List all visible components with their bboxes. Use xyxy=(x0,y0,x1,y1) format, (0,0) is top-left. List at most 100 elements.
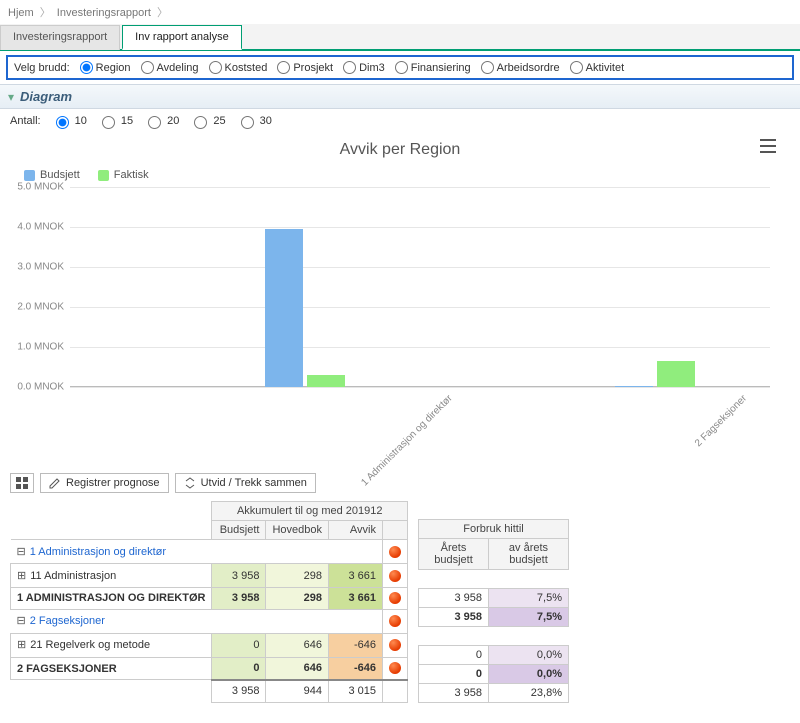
row-label[interactable]: ⊞21 Regelverk og metode xyxy=(11,633,212,657)
antall-10-label: 10 xyxy=(75,115,87,127)
section-diagram-header[interactable]: ▾ Diagram xyxy=(0,84,800,109)
antall-15-label: 15 xyxy=(121,115,133,127)
radio-prosjekt-input[interactable] xyxy=(277,61,290,74)
ytick: 4.0 MNOK xyxy=(14,222,64,233)
antall-25-input[interactable] xyxy=(194,116,207,129)
grid-icon xyxy=(16,477,28,489)
main-table: Akkumulert til og med 201912 Budsjett Ho… xyxy=(10,501,408,703)
expand-icon[interactable]: ⊟ xyxy=(17,547,26,559)
breadcrumb: Hjem 〉 Investeringsrapport 〉 xyxy=(0,0,800,24)
row-label[interactable]: ⊞11 Administrasjon xyxy=(11,564,212,588)
antall-10-input[interactable] xyxy=(56,116,69,129)
antall-15-input[interactable] xyxy=(102,116,115,129)
antall-30-input[interactable] xyxy=(241,116,254,129)
cell-av: 23,8% xyxy=(489,683,569,702)
antall-25-label: 25 xyxy=(213,115,225,127)
radio-prosjekt[interactable]: Prosjekt xyxy=(277,61,333,74)
antall-20[interactable]: 20 xyxy=(143,113,179,129)
expand-icon[interactable]: ⊞ xyxy=(17,571,26,583)
bar-budsjett-0[interactable] xyxy=(265,229,303,387)
radio-koststed[interactable]: Koststed xyxy=(209,61,268,74)
utvid-trekk-button[interactable]: Utvid / Trekk sammen xyxy=(175,473,316,493)
radio-koststed-label: Koststed xyxy=(225,62,268,74)
ytick: 2.0 MNOK xyxy=(14,302,64,313)
bar-faktisk-0[interactable] xyxy=(307,375,345,387)
cell: 0 xyxy=(212,633,266,657)
status-dot-icon xyxy=(389,639,401,651)
registrer-prognose-button[interactable]: Registrer prognose xyxy=(40,473,169,493)
radio-dim3[interactable]: Dim3 xyxy=(343,61,385,74)
col-status xyxy=(383,521,408,540)
radio-aktivitet-label: Aktivitet xyxy=(586,62,625,74)
antall-30-label: 30 xyxy=(260,115,272,127)
radio-avdeling-label: Avdeling xyxy=(157,62,199,74)
radio-aktivitet-input[interactable] xyxy=(570,61,583,74)
ytick: 5.0 MNOK xyxy=(14,182,64,193)
breadcrumb-page[interactable]: Investeringsrapport xyxy=(57,7,151,19)
expand-icon[interactable]: ⊟ xyxy=(17,616,26,628)
chart-xaxis: 1 Administrasjon og direktør2 Fagseksjon… xyxy=(70,387,770,457)
row-label xyxy=(11,680,212,702)
antall-row: Antall: 10 15 20 25 30 xyxy=(0,109,800,133)
cell: 0 xyxy=(212,657,266,679)
tab-bar: Investeringsrapport Inv rapport analyse xyxy=(0,24,800,51)
cell: 646 xyxy=(266,657,329,679)
antall-25[interactable]: 25 xyxy=(189,113,225,129)
utvid-trekk-label: Utvid / Trekk sammen xyxy=(201,477,307,489)
col-budsjett: Budsjett xyxy=(212,521,266,540)
radio-region-input[interactable] xyxy=(80,61,93,74)
table-toolbar: Registrer prognose Utvid / Trekk sammen xyxy=(0,467,800,499)
cell: 298 xyxy=(266,588,329,610)
legend-budsjett[interactable]: Budsjett xyxy=(24,169,80,181)
radio-region-label: Region xyxy=(96,62,131,74)
radio-finansiering-input[interactable] xyxy=(395,61,408,74)
radio-koststed-input[interactable] xyxy=(209,61,222,74)
row-label[interactable]: ⊟1 Administrasjon og direktør xyxy=(11,540,212,564)
expand-collapse-icon xyxy=(184,477,196,489)
velg-brudd-label: Velg brudd: xyxy=(14,62,70,74)
cell-av: 0,0% xyxy=(489,664,569,683)
antall-label: Antall: xyxy=(10,115,41,127)
cell-aarets: 3 958 xyxy=(419,588,489,607)
radio-finansiering-label: Finansiering xyxy=(411,62,471,74)
col-group-forbruk: Forbruk hittil xyxy=(419,519,569,538)
cell: 298 xyxy=(266,564,329,588)
chart-container: Avvik per Region Budsjett Faktisk 0.0 MN… xyxy=(0,133,800,467)
bar-faktisk-1[interactable] xyxy=(657,361,695,387)
radio-finansiering[interactable]: Finansiering xyxy=(395,61,471,74)
chart-legend: Budsjett Faktisk xyxy=(20,169,780,187)
antall-10[interactable]: 10 xyxy=(51,113,87,129)
radio-avdeling-input[interactable] xyxy=(141,61,154,74)
status-cell xyxy=(383,680,408,702)
cell: 3 958 xyxy=(212,588,266,610)
legend-faktisk-label: Faktisk xyxy=(114,169,149,181)
row-label[interactable]: ⊟2 Fagseksjoner xyxy=(11,609,212,633)
radio-aktivitet[interactable]: Aktivitet xyxy=(570,61,625,74)
antall-20-input[interactable] xyxy=(148,116,161,129)
breadcrumb-home[interactable]: Hjem xyxy=(8,7,34,19)
tab-inv-rapport-analyse[interactable]: Inv rapport analyse xyxy=(122,25,242,50)
radio-avdeling[interactable]: Avdeling xyxy=(141,61,199,74)
radio-arbeidsordre[interactable]: Arbeidsordre xyxy=(481,61,560,74)
breadcrumb-sep2: 〉 xyxy=(157,7,168,19)
section-diagram-title: Diagram xyxy=(20,89,72,104)
radio-region[interactable]: Region xyxy=(80,61,131,74)
status-dot-icon xyxy=(389,592,401,604)
antall-30[interactable]: 30 xyxy=(236,113,272,129)
tab-investeringsrapport[interactable]: Investeringsrapport xyxy=(0,25,120,50)
chart-title: Avvik per Region xyxy=(20,141,780,159)
status-cell xyxy=(383,588,408,610)
radio-dim3-input[interactable] xyxy=(343,61,356,74)
radio-dim3-label: Dim3 xyxy=(359,62,385,74)
grid-layout-button[interactable] xyxy=(10,473,34,493)
registrer-prognose-label: Registrer prognose xyxy=(66,477,160,489)
radio-arbeidsordre-input[interactable] xyxy=(481,61,494,74)
legend-faktisk[interactable]: Faktisk xyxy=(98,169,149,181)
velg-brudd-bar: Velg brudd: Region Avdeling Koststed Pro… xyxy=(6,55,794,80)
legend-swatch-blue xyxy=(24,170,35,181)
chart-menu-icon[interactable] xyxy=(760,139,776,153)
expand-icon[interactable]: ⊞ xyxy=(17,640,26,652)
antall-15[interactable]: 15 xyxy=(97,113,133,129)
table-wrap: Akkumulert til og med 201912 Budsjett Ho… xyxy=(0,499,800,723)
cell-aarets: 3 958 xyxy=(419,607,489,626)
